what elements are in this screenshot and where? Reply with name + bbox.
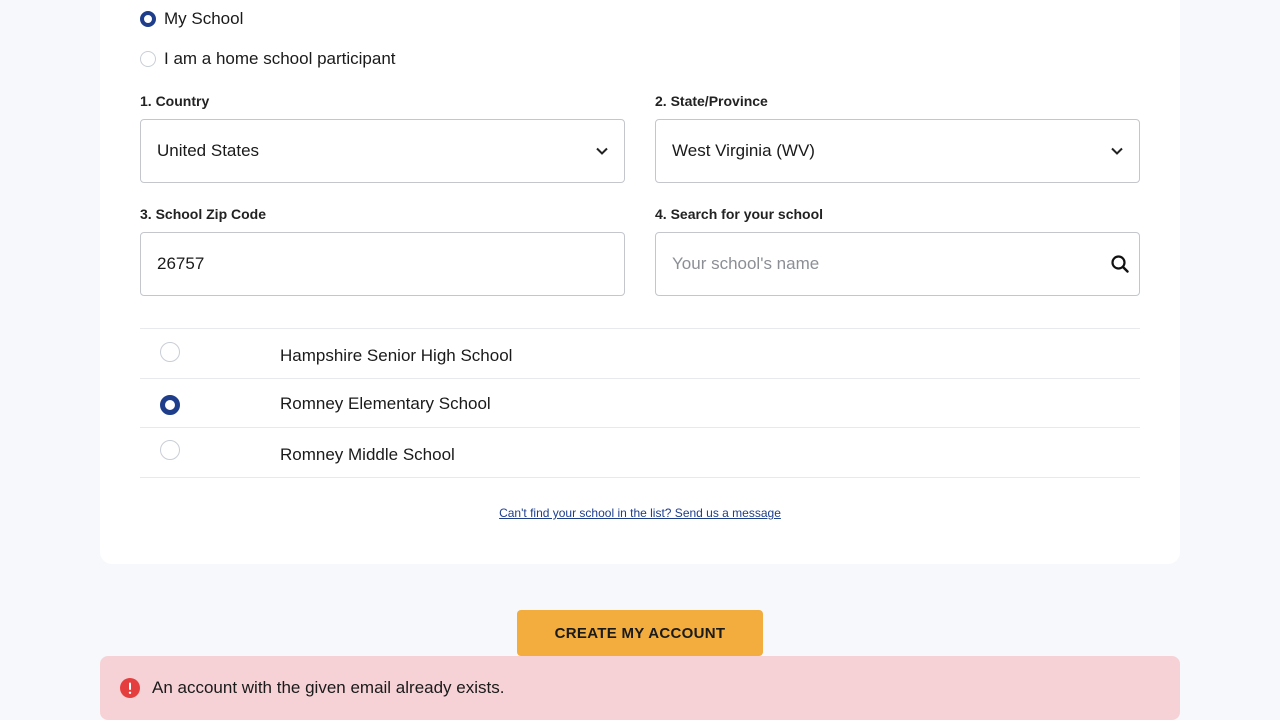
country-value: United States <box>157 141 260 160</box>
school-results-list: Hampshire Senior High School Romney Elem… <box>140 328 1140 478</box>
error-alert: An account with the given email already … <box>100 656 1180 720</box>
school-row-hampshire[interactable]: Hampshire Senior High School <box>140 328 1140 378</box>
state-label: 2. State/Province <box>655 93 768 109</box>
search-placeholder: Your school's name <box>672 254 820 273</box>
search-icon[interactable] <box>1111 255 1129 273</box>
option-home-school-label: I am a home school participant <box>164 49 396 68</box>
school-radio[interactable] <box>160 395 180 415</box>
state-select[interactable]: West Virginia (WV) <box>655 119 1140 183</box>
school-radio[interactable] <box>160 342 180 362</box>
error-message: An account with the given email already … <box>152 678 505 697</box>
chevron-down-icon <box>596 147 608 155</box>
radio-home-school[interactable] <box>140 51 156 67</box>
school-name: Romney Elementary School <box>280 394 491 413</box>
zip-label: 3. School Zip Code <box>140 206 267 222</box>
school-name: Hampshire Senior High School <box>280 346 513 365</box>
create-account-button[interactable]: CREATE MY ACCOUNT <box>517 610 763 656</box>
help-link-text[interactable]: Can't find your school in the list? Send… <box>499 506 781 520</box>
radio-my-school[interactable] <box>140 11 156 27</box>
school-search-input[interactable]: Your school's name <box>655 232 1140 296</box>
zip-value: 26757 <box>157 254 205 273</box>
option-home-school[interactable]: I am a home school participant <box>140 49 396 69</box>
country-select[interactable]: United States <box>140 119 625 183</box>
cant-find-school-link[interactable]: Can't find your school in the list? Send… <box>0 506 1280 520</box>
school-radio[interactable] <box>160 440 180 460</box>
option-my-school-label: My School <box>164 9 244 28</box>
school-row-romney-elementary[interactable]: Romney Elementary School <box>140 378 1140 427</box>
state-value: West Virginia (WV) <box>672 141 815 160</box>
country-label: 1. Country <box>140 93 210 109</box>
school-row-romney-middle[interactable]: Romney Middle School <box>140 427 1140 478</box>
search-label: 4. Search for your school <box>655 206 824 222</box>
option-my-school[interactable]: My School <box>140 9 243 29</box>
chevron-down-icon <box>1111 147 1123 155</box>
error-icon <box>120 678 140 698</box>
school-name: Romney Middle School <box>280 445 455 464</box>
zip-input[interactable]: 26757 <box>140 232 625 296</box>
